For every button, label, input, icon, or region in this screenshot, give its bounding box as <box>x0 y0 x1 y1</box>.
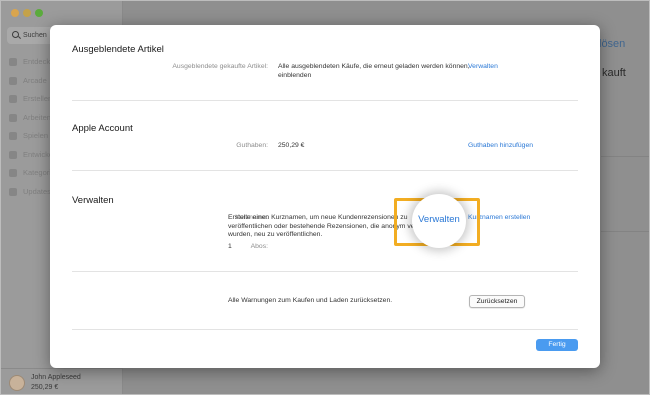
subscriptions-label: Abos: <box>250 243 268 250</box>
user-balance: 250,29 € <box>31 384 59 391</box>
background-divider <box>601 156 649 157</box>
divider <box>72 170 578 171</box>
joystick-icon <box>9 76 17 85</box>
grid-icon <box>9 169 17 177</box>
background-text-fragment: kauft <box>602 67 626 79</box>
balance-label: Guthaben: <box>236 142 268 149</box>
search-placeholder: Suchen <box>23 32 47 39</box>
background-link-fragment: lösen <box>599 38 626 50</box>
close-window-button[interactable] <box>11 9 19 17</box>
divider <box>72 100 578 101</box>
add-funds-link[interactable]: Guthaben hinzufügen <box>468 142 533 149</box>
account-button[interactable]: John Appleseed 250,29 € <box>1 368 123 394</box>
done-button[interactable]: Fertig <box>536 339 578 351</box>
manage-subscriptions-link[interactable]: Verwalten <box>413 214 465 225</box>
manage-hidden-items-link[interactable]: Verwalten <box>468 63 498 70</box>
zoom-window-button[interactable] <box>35 9 43 17</box>
brush-icon <box>9 95 17 103</box>
section-title-hidden-items: Ausgeblendete Artikel <box>72 44 164 55</box>
reset-warnings-button[interactable]: Zurücksetzen <box>469 295 525 308</box>
paperplane-icon <box>9 113 17 122</box>
hidden-items-description: Alle ausgeblendeten Käufe, die erneut ge… <box>278 63 470 79</box>
reset-warnings-text: Alle Warnungen zum Kaufen und Laden zurü… <box>228 297 393 304</box>
hidden-items-label: Ausgeblendete gekaufte Artikel: <box>172 63 268 70</box>
section-title-apple-account: Apple Account <box>72 123 133 134</box>
avatar <box>9 375 25 391</box>
search-icon <box>12 31 19 38</box>
sidebar-item-label: Updates <box>23 186 51 196</box>
subscriptions-count: 1 <box>228 243 232 250</box>
sidebar-item-label: Spielen <box>23 131 49 140</box>
user-name: John Appleseed <box>31 374 81 381</box>
divider <box>72 271 578 272</box>
sidebar-item-label: Erstellen <box>23 94 53 103</box>
minimize-window-button[interactable] <box>23 9 31 17</box>
download-icon <box>9 187 17 196</box>
sidebar-item-label: Arbeiten <box>23 112 51 122</box>
star-icon <box>9 58 17 66</box>
rocket-icon <box>9 132 17 140</box>
section-title-manage: Verwalten <box>72 195 114 206</box>
background-divider <box>601 231 649 232</box>
divider <box>72 329 578 330</box>
balance-value: 250,29 € <box>278 142 305 149</box>
account-settings-sheet: Ausgeblendete Artikel Ausgeblendete geka… <box>50 25 600 368</box>
sidebar-item-label: Arcade <box>23 75 47 85</box>
hammer-icon <box>9 150 17 159</box>
